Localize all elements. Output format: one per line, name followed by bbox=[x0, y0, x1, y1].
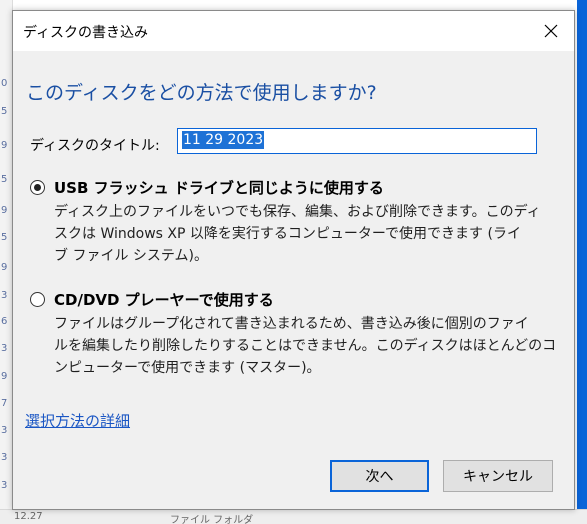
option-usb-description: ディスク上のファイルをいつでも保存、編集、および削除できます。このディ スクは … bbox=[54, 201, 574, 267]
background-text: 6 bbox=[1, 316, 8, 327]
background-file-list-row: 12.27 ファイル フォルダ bbox=[0, 509, 587, 524]
option-usb-desc-line: スクは Windows XP 以降を実行するコンピューターで使用できます (ライ bbox=[54, 226, 521, 242]
background-text: 12.27 bbox=[14, 511, 43, 522]
background-text: 5 bbox=[1, 232, 8, 243]
background-window-edge bbox=[577, 0, 587, 524]
background-text: 3 bbox=[1, 290, 8, 301]
option-cd-desc-line: ファイルはグループ化されて書き込まれるため、書き込み後に個別のファイ bbox=[54, 316, 529, 332]
option-usb-title[interactable]: USB フラッシュ ドライブと同じように使用する bbox=[54, 177, 384, 198]
background-text: 5 bbox=[1, 106, 8, 117]
option-cd-desc-line: ルを編集したり削除したりすることはできません。このディスクはほとんどのコ bbox=[54, 338, 557, 354]
how-to-choose-link[interactable]: 選択方法の詳細 bbox=[25, 410, 130, 431]
close-icon bbox=[544, 24, 558, 38]
disc-title-value: 11 29 2023 bbox=[182, 131, 265, 149]
option-usb-desc-line: ディスク上のファイルをいつでも保存、編集、および削除できます。このディ bbox=[54, 204, 541, 220]
cancel-button[interactable]: キャンセル bbox=[443, 460, 553, 492]
background-text: 7 bbox=[1, 398, 8, 409]
background-text: 9 bbox=[1, 140, 8, 151]
option-cd-desc-line: ンピューターで使用できます (マスター)。 bbox=[54, 360, 321, 376]
radio-usb-selected[interactable] bbox=[30, 180, 45, 195]
background-text: 9 bbox=[1, 262, 8, 273]
background-text: 9 bbox=[1, 205, 8, 216]
background-text: 3 bbox=[1, 343, 8, 354]
background-text: 3 bbox=[1, 480, 8, 491]
option-cd-description: ファイルはグループ化されて書き込まれるため、書き込み後に個別のファイ ルを編集し… bbox=[54, 313, 574, 379]
title-bar[interactable]: ディスクの書き込み bbox=[13, 11, 574, 51]
option-cd-title[interactable]: CD/DVD プレーヤーで使用する bbox=[54, 289, 274, 310]
page-heading: このディスクをどの方法で使用しますか? bbox=[26, 82, 377, 104]
next-button[interactable]: 次へ bbox=[330, 460, 429, 492]
radio-cd-dvd[interactable] bbox=[30, 292, 45, 307]
option-usb-desc-line: ブ ファイル システム)。 bbox=[54, 248, 208, 264]
burn-disc-dialog: ディスクの書き込み このディスクをどの方法で使用しますか? ディスクのタイトル:… bbox=[12, 10, 575, 510]
background-text: 9 bbox=[1, 371, 8, 382]
background-text: ファイル フォルダ bbox=[170, 515, 254, 524]
background-text: 3 bbox=[1, 452, 8, 463]
close-button[interactable] bbox=[528, 11, 574, 51]
background-text: 3 bbox=[1, 425, 8, 436]
background-text: 0 bbox=[1, 78, 8, 89]
disc-title-label: ディスクのタイトル: bbox=[30, 138, 160, 154]
dialog-footer: 次へ キャンセル bbox=[13, 449, 574, 509]
disc-title-input[interactable]: 11 29 2023 bbox=[177, 128, 537, 154]
radio-selected-dot bbox=[34, 184, 41, 191]
background-text: 5 bbox=[1, 174, 8, 185]
dialog-title: ディスクの書き込み bbox=[23, 25, 149, 41]
